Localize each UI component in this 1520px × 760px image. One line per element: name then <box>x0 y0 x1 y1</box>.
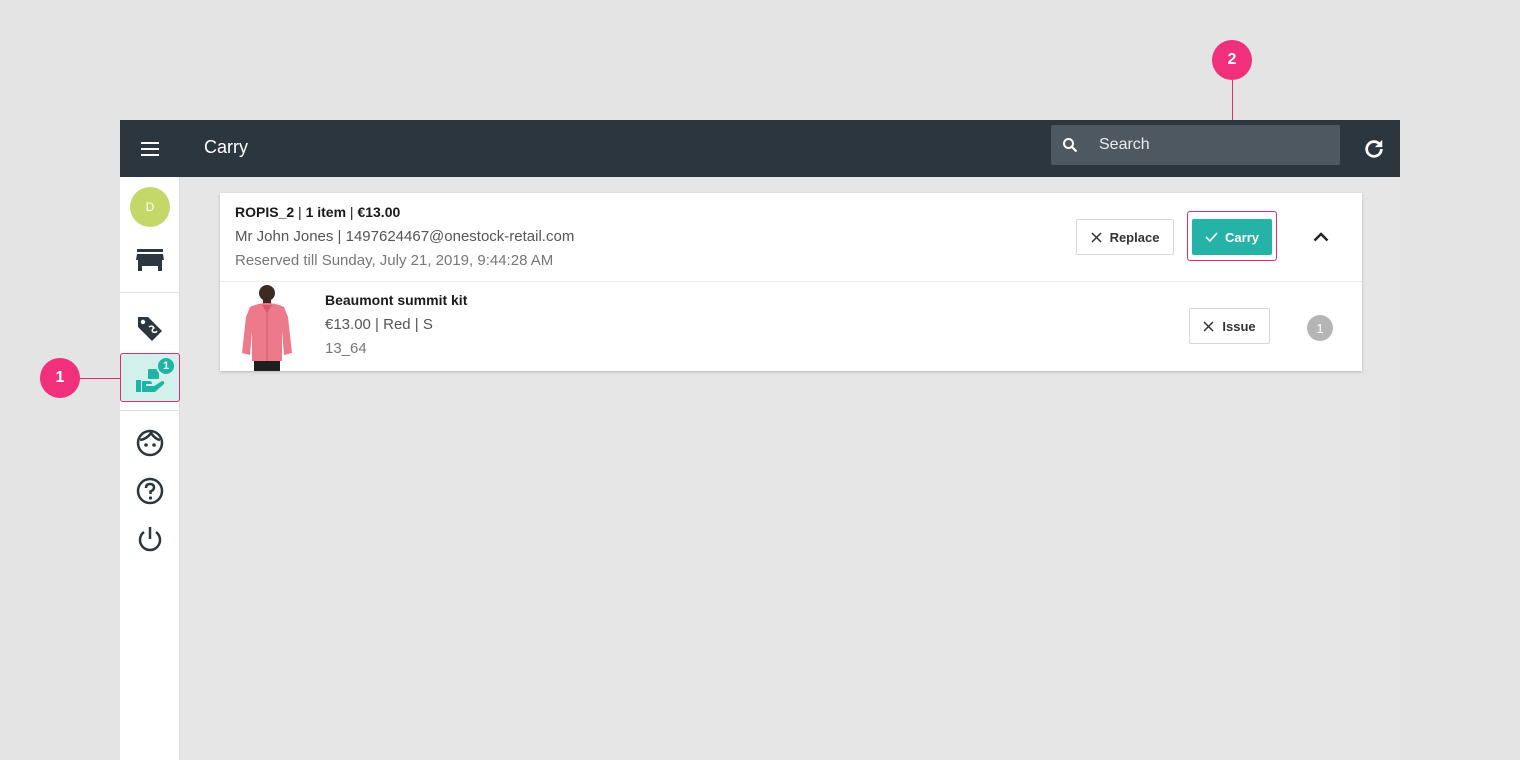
sidebar-divider <box>120 410 180 411</box>
app-window: Carry D <box>120 120 1400 760</box>
order-reference: ROPIS_2 <box>235 204 295 220</box>
carry-label: Carry <box>1225 229 1259 245</box>
power-icon <box>138 527 162 552</box>
callout-2: 2 <box>1212 40 1252 80</box>
check-icon <box>1205 232 1218 242</box>
collapse-button[interactable] <box>1306 224 1336 250</box>
order-items-count: 1 item <box>305 204 347 220</box>
product-image <box>242 285 292 371</box>
order-card: ROPIS_2 | 1 item | €13.00 Mr John Jones … <box>220 193 1362 371</box>
issue-button[interactable]: Issue <box>1189 308 1270 344</box>
card-divider <box>220 281 1362 282</box>
face-icon <box>136 429 164 457</box>
close-icon <box>1091 231 1102 243</box>
refresh-icon <box>1365 139 1383 158</box>
hamburger-menu-icon <box>141 141 159 156</box>
refresh-button[interactable] <box>1356 133 1392 165</box>
replace-label: Replace <box>1109 229 1160 245</box>
sidebar-item-carry[interactable]: 1 <box>120 353 180 402</box>
sidebar-item-tags[interactable] <box>130 308 170 348</box>
sidebar: D 1 <box>120 177 180 760</box>
sidebar-item-profile[interactable] <box>130 423 170 463</box>
callout-1: 1 <box>40 358 80 398</box>
search-icon <box>1051 137 1089 153</box>
search-box <box>1051 125 1340 165</box>
product-meta: €13.00 | Red | S <box>325 316 433 333</box>
carry-button[interactable]: Carry <box>1192 219 1272 255</box>
carry-count-badge: 1 <box>156 356 176 376</box>
quantity-badge: 1 <box>1307 315 1333 341</box>
replace-button[interactable]: Replace <box>1076 219 1174 255</box>
order-customer: Mr John Jones | 1497624467@onestock-reta… <box>235 228 575 245</box>
avatar[interactable]: D <box>130 187 170 227</box>
chevron-up-icon <box>1313 232 1329 242</box>
sidebar-divider <box>120 292 180 293</box>
separator: | <box>346 204 358 220</box>
sidebar-item-help[interactable] <box>130 471 170 511</box>
callout-1-line <box>80 378 120 379</box>
search-input[interactable] <box>1099 136 1329 154</box>
order-reserved-until: Reserved till Sunday, July 21, 2019, 9:4… <box>235 252 554 269</box>
page-title: Carry <box>204 137 248 157</box>
menu-button[interactable] <box>120 120 180 177</box>
issue-label: Issue <box>1222 318 1256 334</box>
tags-icon <box>138 317 162 341</box>
product-name: Beaumont summit kit <box>325 292 468 308</box>
help-icon <box>136 477 164 505</box>
product-ref: 13_64 <box>325 340 367 357</box>
order-header: ROPIS_2 | 1 item | €13.00 <box>235 204 400 220</box>
sidebar-item-logout[interactable] <box>130 519 170 559</box>
close-icon <box>1203 320 1214 332</box>
store-icon <box>136 249 164 271</box>
sidebar-item-store[interactable] <box>130 240 170 280</box>
top-bar: Carry <box>120 120 1400 177</box>
separator: | <box>294 204 306 220</box>
order-total: €13.00 <box>357 204 401 220</box>
